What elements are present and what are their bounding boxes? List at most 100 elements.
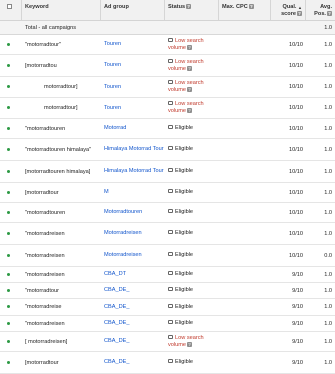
ad-group-cell[interactable]: Motorradtouren [101, 209, 165, 216]
status-dot-cell[interactable] [0, 210, 22, 216]
table-row[interactable]: "motorradtour" Touren Low search volume? … [0, 35, 335, 55]
enabled-dot-icon[interactable] [7, 231, 10, 235]
ad-preview-icon[interactable] [168, 146, 173, 151]
ad-preview-icon[interactable] [168, 287, 173, 292]
ad-preview-icon[interactable] [168, 334, 173, 339]
header-avg-pos[interactable]: Avg. Pos.? [306, 0, 335, 18]
keyword-text[interactable]: "motorradreisen [22, 231, 101, 237]
ad-group-cell[interactable]: CBA_DT [101, 271, 165, 278]
table-row[interactable]: "motorradtouren himalaya" Himalaya Motor… [0, 139, 335, 161]
enabled-dot-icon[interactable] [7, 42, 10, 46]
enabled-dot-icon[interactable] [7, 272, 10, 276]
ad-group-link[interactable]: Motorradreisen [104, 230, 142, 236]
enabled-dot-icon[interactable] [7, 147, 10, 151]
ad-preview-icon[interactable] [168, 125, 173, 130]
table-row[interactable]: [ motorradreisen] CBA_DE_ Low search volu… [0, 332, 335, 352]
ad-preview-icon[interactable] [168, 58, 173, 63]
table-row[interactable]: "motorradtour CBA_DE_ Eligible 9/10 1.0 [0, 283, 335, 299]
table-row[interactable]: [motorradtou Touren Low search volume? 10… [0, 55, 335, 77]
help-icon[interactable]: ? [297, 11, 302, 17]
keyword-text[interactable]: "motorradtour" [22, 42, 101, 48]
ad-preview-icon[interactable] [168, 230, 173, 235]
ad-group-link[interactable]: CBA_DE_ [104, 359, 130, 365]
header-status[interactable]: Status? [165, 0, 219, 20]
header-keyword[interactable]: Keyword [22, 0, 101, 20]
status-dot-cell[interactable] [0, 304, 22, 310]
keyword-text[interactable]: [motorradtouren himalaya] [22, 169, 101, 175]
ad-preview-icon[interactable] [168, 101, 173, 106]
enabled-dot-icon[interactable] [7, 190, 10, 194]
ad-group-link[interactable]: CBA_DE_ [104, 338, 130, 344]
ad-preview-icon[interactable] [168, 271, 173, 276]
help-icon[interactable]: ? [327, 11, 332, 17]
status-dot-cell[interactable] [0, 190, 22, 196]
select-all-checkbox[interactable] [7, 4, 12, 9]
enabled-dot-icon[interactable] [7, 169, 10, 173]
table-row[interactable]: [motorradtour CBA_DE_ Eligible 9/10 1.0 [0, 352, 335, 374]
ad-preview-icon[interactable] [168, 209, 173, 214]
ad-preview-icon[interactable] [168, 189, 173, 194]
keyword-text[interactable]: "motorradtouren [22, 210, 101, 216]
status-dot-cell[interactable] [0, 147, 22, 153]
ad-preview-icon[interactable] [168, 168, 173, 173]
ad-group-link[interactable]: Motorrad [104, 125, 126, 131]
ad-group-cell[interactable]: Touren [101, 62, 165, 69]
table-row[interactable]: [motorradtouren himalaya] Himalaya Motor… [0, 161, 335, 183]
help-icon[interactable]: ? [187, 108, 193, 114]
header-ad-group[interactable]: Ad group [101, 0, 165, 20]
ad-group-link[interactable]: Himalaya Motorrad Tour [104, 146, 164, 152]
keyword-text[interactable]: [motorradtour [22, 360, 101, 366]
status-dot-cell[interactable] [0, 169, 22, 175]
enabled-dot-icon[interactable] [7, 253, 10, 257]
help-icon[interactable]: ? [187, 87, 193, 93]
ad-group-link[interactable]: CBA_DE_ [104, 320, 130, 326]
status-dot-cell[interactable] [0, 42, 22, 48]
ad-preview-icon[interactable] [168, 252, 173, 257]
ad-group-cell[interactable]: CBA_DE_ [101, 304, 165, 311]
table-row[interactable]: [motorradtour M Eligible 10/10 1.0 [0, 183, 335, 203]
status-dot-cell[interactable] [0, 231, 22, 237]
table-row[interactable]: "motorradreise CBA_DE_ Eligible 9/10 1.0 [0, 299, 335, 316]
ad-group-cell[interactable]: Touren [101, 105, 165, 112]
enabled-dot-icon[interactable] [7, 288, 10, 292]
ad-group-cell[interactable]: Touren [101, 41, 165, 48]
keyword-text[interactable]: [motorradtour [22, 190, 101, 196]
keyword-text[interactable]: motorradtour] [22, 105, 101, 111]
help-icon[interactable]: ? [186, 4, 192, 10]
status-dot-cell[interactable] [0, 126, 22, 132]
keyword-text[interactable]: "motorradreisen [22, 321, 101, 327]
ad-group-cell[interactable]: CBA_DE_ [101, 320, 165, 327]
ad-group-cell[interactable]: M [101, 189, 165, 196]
ad-group-cell[interactable]: Motorrad [101, 125, 165, 132]
ad-group-link[interactable]: Motorradtouren [104, 209, 142, 215]
table-row[interactable]: "motorradreisen CBA_DT Eligible 9/10 1.0 [0, 267, 335, 283]
help-icon[interactable]: ? [187, 65, 193, 71]
keyword-text[interactable]: motorradtour] [22, 84, 101, 90]
enabled-dot-icon[interactable] [7, 106, 10, 109]
ad-group-cell[interactable]: Himalaya Motorrad Tour [101, 168, 165, 175]
ad-group-link[interactable]: CBA_DE_ [104, 304, 130, 310]
enabled-dot-icon[interactable] [7, 305, 10, 308]
table-row[interactable]: "motorradreisen Motorradreisen Eligible … [0, 223, 335, 245]
table-row[interactable]: "motorradreisen Motorradreisen Eligible … [0, 245, 335, 267]
ad-group-link[interactable]: Touren [104, 84, 121, 90]
ad-group-link[interactable]: CBA_DT [104, 271, 126, 277]
table-row[interactable]: motorradtour] Touren Low search volume? 1… [0, 98, 335, 119]
ad-group-link[interactable]: CBA_DE_ [104, 287, 130, 293]
table-row[interactable]: motorradtour] Touren Low search volume? 1… [0, 77, 335, 98]
keyword-text[interactable]: "motorradreisen [22, 272, 101, 278]
ad-group-link[interactable]: Touren [104, 62, 121, 68]
ad-group-cell[interactable]: Touren [101, 84, 165, 91]
ad-group-link[interactable]: Touren [104, 105, 121, 111]
status-dot-cell[interactable] [0, 253, 22, 259]
ad-group-cell[interactable]: Motorradreisen [101, 252, 165, 259]
ad-group-link[interactable]: M [104, 189, 109, 195]
enabled-dot-icon[interactable] [7, 210, 10, 214]
keyword-text[interactable]: [ motorradreisen] [22, 339, 101, 345]
keyword-text[interactable]: "motorradtouren himalaya" [22, 147, 101, 153]
ad-preview-icon[interactable] [168, 320, 173, 325]
enabled-dot-icon[interactable] [7, 360, 10, 364]
table-row[interactable]: "motorradreisen CBA_DE_ Eligible 9/10 1.… [0, 316, 335, 332]
table-row[interactable]: "motorradtouren Motorradtouren Eligible … [0, 203, 335, 223]
table-row[interactable]: "motorradtouren Motorrad Eligible 10/10 … [0, 119, 335, 139]
